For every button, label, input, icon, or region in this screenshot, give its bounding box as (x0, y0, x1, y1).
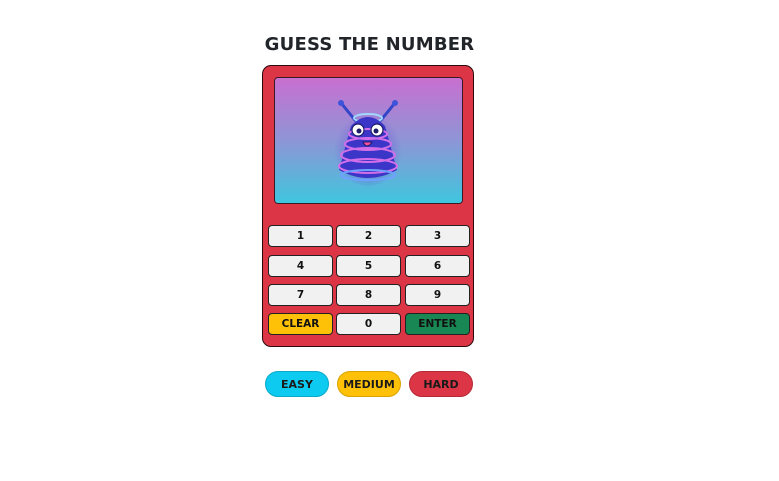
key-7[interactable]: 7 (268, 284, 333, 306)
key-3[interactable]: 3 (405, 225, 470, 247)
hard-button[interactable]: HARD (409, 371, 473, 397)
key-0[interactable]: 0 (336, 313, 401, 335)
easy-button[interactable]: EASY (265, 371, 329, 397)
key-4[interactable]: 4 (268, 255, 333, 277)
page: GUESS THE NUMBER 1 2 3 4 5 6 7 8 9 CLEAR… (0, 0, 779, 481)
key-8[interactable]: 8 (336, 284, 401, 306)
key-1[interactable]: 1 (268, 225, 333, 247)
key-9[interactable]: 9 (405, 284, 470, 306)
spring-alien-mascot-icon (275, 78, 462, 203)
key-2[interactable]: 2 (336, 225, 401, 247)
enter-button[interactable]: ENTER (405, 313, 470, 335)
medium-button[interactable]: MEDIUM (337, 371, 401, 397)
page-title: GUESS THE NUMBER (264, 34, 475, 55)
clear-button[interactable]: CLEAR (268, 313, 333, 335)
key-5[interactable]: 5 (336, 255, 401, 277)
game-device: 1 2 3 4 5 6 7 8 9 CLEAR 0 ENTER (262, 65, 474, 347)
game-screen (274, 77, 463, 204)
key-6[interactable]: 6 (405, 255, 470, 277)
